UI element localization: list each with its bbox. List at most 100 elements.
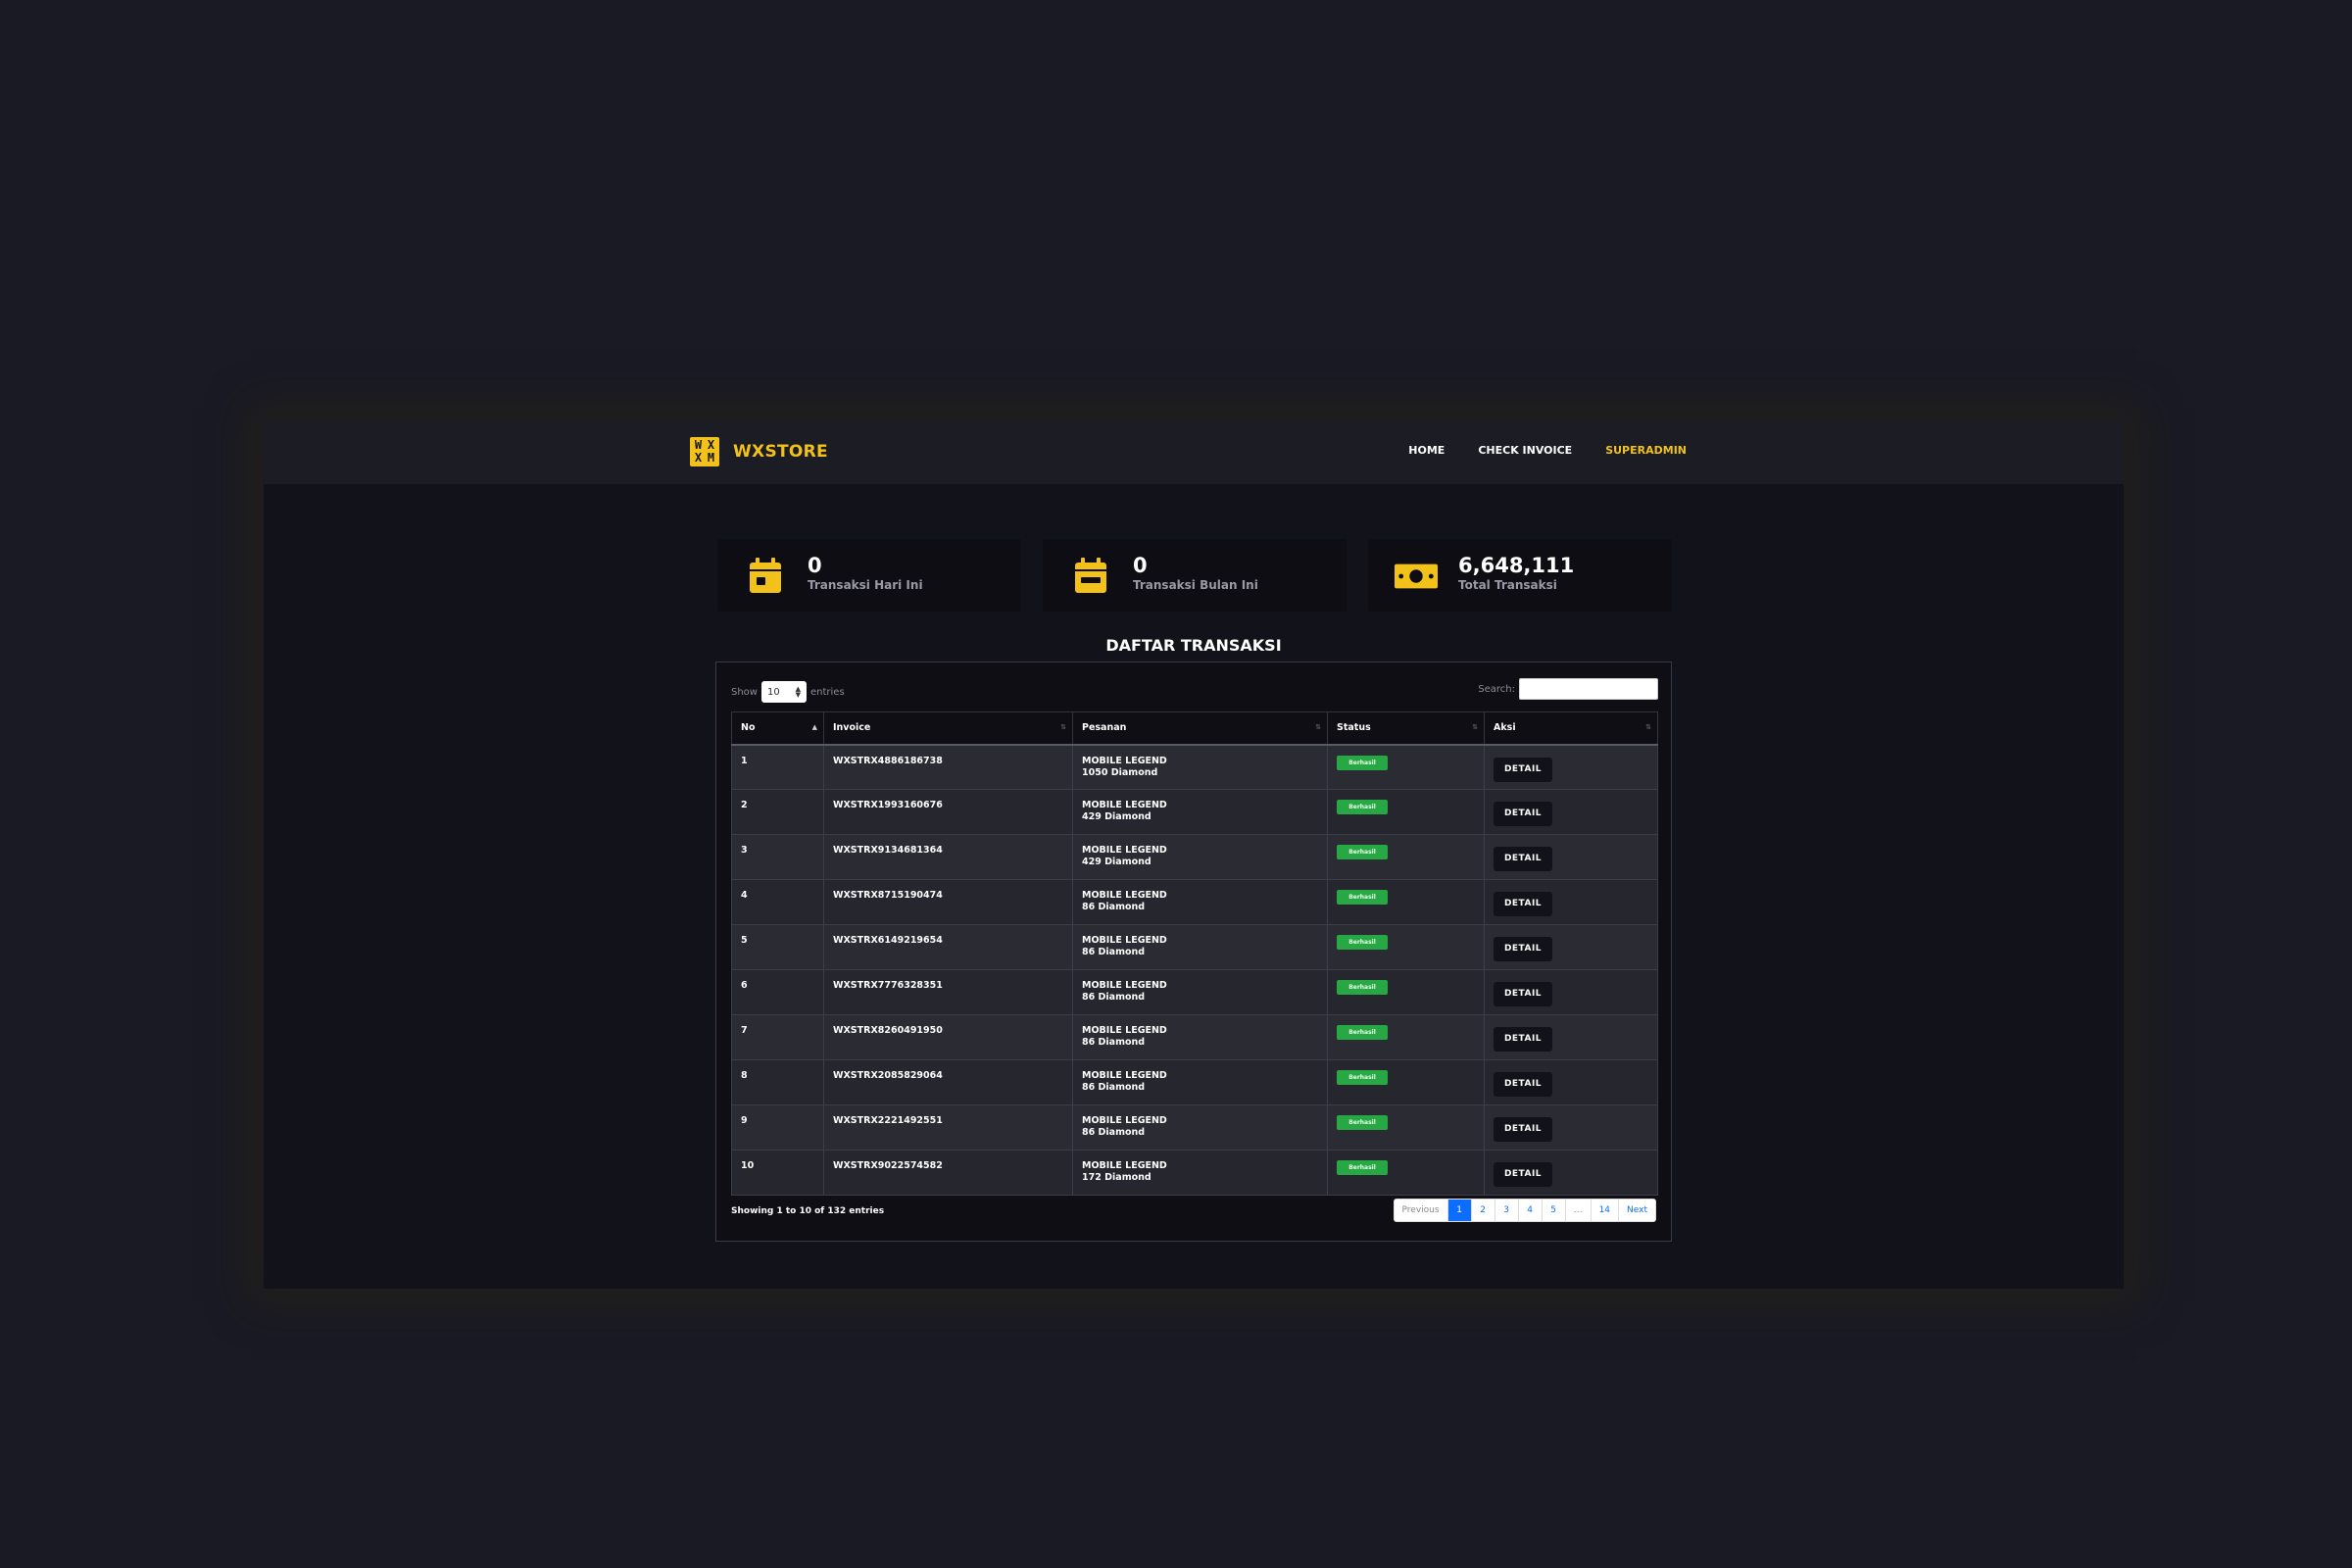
cell-invoice: WXSTRX4886186738 [823,744,1073,790]
page-14[interactable]: 14 [1590,1200,1618,1221]
sort-asc-icon: ▲ [811,723,817,731]
stat-label: Transaksi Hari Ini [808,578,923,592]
status-badge: Berhasil [1337,755,1388,770]
cell-invoice: WXSTRX8715190474 [823,879,1073,925]
page-previous[interactable]: Previous [1395,1200,1447,1221]
cell-pesanan: MOBILE LEGEND 86 Diamond [1072,879,1328,925]
cell-status: Berhasil [1327,1014,1485,1060]
stats-row: 0 Transaksi Hari Ini 0 Transaksi Bulan I… [717,539,1672,612]
stat-card-today: 0 Transaksi Hari Ini [717,539,1021,612]
detail-button[interactable]: DETAIL [1494,892,1552,916]
nav-superadmin[interactable]: SUPERADMIN [1605,444,1687,457]
cell-no: 10 [731,1150,824,1196]
cell-no: 8 [731,1059,824,1105]
status-badge: Berhasil [1337,800,1388,814]
detail-button[interactable]: DETAIL [1494,1162,1552,1187]
transactions-panel: Show 10 ▲ ▼ entries Search: No ▲ Invoice ⇅ … [715,662,1672,1242]
pagination: Previous 1 2 3 4 5 … 14 Next [1393,1199,1656,1222]
order-item: 429 Diamond [1082,857,1152,867]
status-badge: Berhasil [1337,845,1388,859]
entries-control: Show 10 ▲ ▼ entries [731,681,845,703]
detail-button[interactable]: DETAIL [1494,847,1552,871]
entries-select[interactable]: 10 ▲ ▼ [760,681,807,703]
page-title: DAFTAR TRANSAKSI [1105,636,1282,655]
table-header-row: No ▲ Invoice ⇅ Pesanan ⇅ Status ⇅ Aksi ⇅ [731,711,1658,746]
page-1[interactable]: 1 [1446,1200,1471,1221]
stat-label: Transaksi Bulan Ini [1133,578,1258,592]
order-item: 1050 Diamond [1082,766,1158,778]
nav-check-invoice[interactable]: CHECK INVOICE [1478,444,1572,457]
col-pesanan[interactable]: Pesanan ⇅ [1072,711,1328,746]
app-window: W X X M WXSTORE HOME CHECK INVOICE SUPER… [264,420,2124,1289]
stat-label: Total Transaksi [1458,578,1557,592]
cell-no: 3 [731,834,824,880]
stat-card-month: 0 Transaksi Bulan Ini [1043,539,1347,612]
col-aksi[interactable]: Aksi ⇅ [1484,711,1658,746]
order-game: MOBILE LEGEND [1082,1070,1167,1081]
cell-invoice: WXSTRX6149219654 [823,924,1073,970]
cell-no: 4 [731,879,824,925]
stat-value: 0 [1133,554,1148,577]
page-3[interactable]: 3 [1494,1200,1518,1221]
cell-status: Berhasil [1327,1059,1485,1105]
col-no[interactable]: No ▲ [731,711,824,746]
order-game: MOBILE LEGEND [1082,980,1167,991]
cell-invoice: WXSTRX9134681364 [823,834,1073,880]
detail-button[interactable]: DETAIL [1494,1117,1552,1142]
cell-no: 7 [731,1014,824,1060]
detail-button[interactable]: DETAIL [1494,937,1552,961]
page-5[interactable]: 5 [1541,1200,1565,1221]
cell-aksi: DETAIL [1484,834,1658,880]
cell-pesanan: MOBILE LEGEND 429 Diamond [1072,789,1328,835]
order-game: MOBILE LEGEND [1082,1115,1167,1126]
cell-status: Berhasil [1327,834,1485,880]
cell-aksi: DETAIL [1484,744,1658,790]
entries-label: entries [809,686,845,698]
entries-value: 10 [766,686,780,698]
cell-pesanan: MOBILE LEGEND 86 Diamond [1072,1059,1328,1105]
order-item: 172 Diamond [1082,1172,1152,1183]
detail-button[interactable]: DETAIL [1494,982,1552,1006]
detail-button[interactable]: DETAIL [1494,757,1552,782]
cell-no: 5 [731,924,824,970]
table-row: 9 WXSTRX2221492551 MOBILE LEGEND 86 Diamond… [731,1104,1658,1151]
page-4[interactable]: 4 [1517,1200,1542,1221]
search-control: Search: [1478,678,1658,700]
detail-button[interactable]: DETAIL [1494,1072,1552,1097]
sort-icon: ⇅ [1645,723,1651,731]
order-item: 86 Diamond [1082,1127,1146,1138]
order-game: MOBILE LEGEND [1082,845,1167,856]
status-badge: Berhasil [1337,890,1388,905]
page-2[interactable]: 2 [1470,1200,1494,1221]
cell-invoice: WXSTRX7776328351 [823,969,1073,1015]
cell-pesanan: MOBILE LEGEND 86 Diamond [1072,1104,1328,1151]
cell-status: Berhasil [1327,744,1485,790]
cell-status: Berhasil [1327,1104,1485,1151]
cell-status: Berhasil [1327,1150,1485,1196]
order-item: 86 Diamond [1082,1037,1146,1048]
cell-invoice: WXSTRX1993160676 [823,789,1073,835]
table-row: 5 WXSTRX6149219654 MOBILE LEGEND 86 Diamond… [731,924,1658,970]
search-input[interactable] [1519,678,1658,700]
status-badge: Berhasil [1337,935,1388,950]
col-invoice[interactable]: Invoice ⇅ [823,711,1073,746]
brand[interactable]: W X X M WXSTORE [690,437,828,466]
cell-aksi: DETAIL [1484,789,1658,835]
status-badge: Berhasil [1337,980,1388,995]
table-info: Showing 1 to 10 of 132 entries [731,1206,885,1216]
cell-status: Berhasil [1327,879,1485,925]
nav-home[interactable]: HOME [1408,444,1445,457]
stat-value: 6,648,111 [1458,554,1575,577]
sort-icon: ⇅ [1472,723,1478,731]
cell-no: 9 [731,1104,824,1151]
detail-button[interactable]: DETAIL [1494,1027,1552,1052]
col-status[interactable]: Status ⇅ [1327,711,1485,746]
page-next[interactable]: Next [1618,1200,1655,1221]
nav-links: HOME CHECK INVOICE SUPERADMIN [1408,444,1687,457]
order-item: 86 Diamond [1082,1082,1146,1093]
stat-card-total: 6,648,111 Total Transaksi [1368,539,1672,612]
table-row: 3 WXSTRX9134681364 MOBILE LEGEND 429 Diamon… [731,834,1658,880]
order-item: 86 Diamond [1082,992,1146,1003]
detail-button[interactable]: DETAIL [1494,802,1552,826]
table-row: 2 WXSTRX1993160676 MOBILE LEGEND 429 Diamon… [731,789,1658,835]
